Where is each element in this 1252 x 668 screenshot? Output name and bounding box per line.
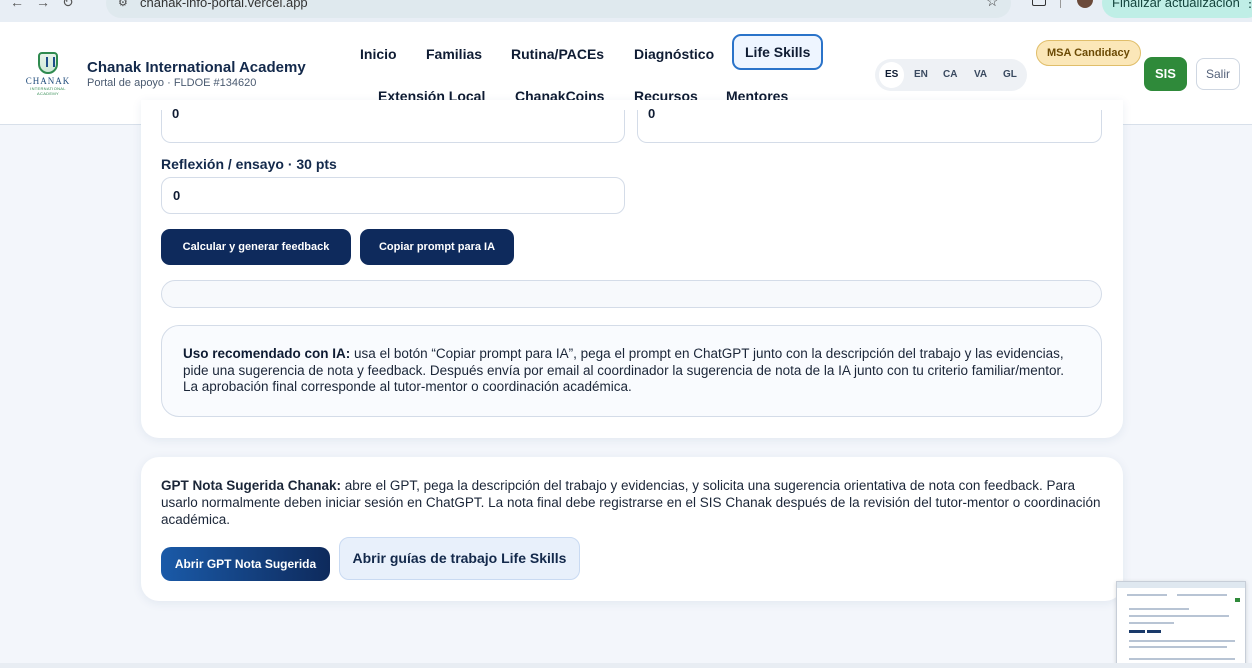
academy-logo[interactable]: CHANAK INTERNATIONAL ACADEMY: [20, 52, 76, 96]
nav-rutina-paces[interactable]: Rutina/PACEs: [511, 46, 604, 62]
lang-en[interactable]: EN: [914, 59, 928, 91]
sis-button[interactable]: SIS: [1144, 57, 1187, 91]
lang-gl[interactable]: GL: [1003, 59, 1017, 91]
thumbnail-line: [1129, 615, 1229, 617]
msa-candidacy-badge[interactable]: MSA Candidacy: [1036, 40, 1141, 66]
gpt-card-title: GPT Nota Sugerida Chanak:: [161, 478, 342, 493]
score-input-left[interactable]: 0: [161, 106, 625, 143]
brand-name: Chanak International Academy: [87, 59, 306, 76]
forward-icon[interactable]: →: [36, 0, 50, 10]
reload-icon[interactable]: ↻: [62, 0, 74, 11]
open-gpt-button[interactable]: Abrir GPT Nota Sugerida: [161, 547, 330, 581]
ai-usage-note: Uso recomendado con IA: usa el botón “Co…: [161, 325, 1102, 417]
brand-subtitle: Portal de apoyo · FLDOE #134620: [87, 77, 257, 89]
nav-familias[interactable]: Familias: [426, 46, 482, 62]
reflection-label: Reflexión / ensayo · 30 pts: [161, 156, 337, 172]
back-icon[interactable]: ←: [10, 0, 24, 10]
score-input-right[interactable]: 0: [637, 106, 1102, 143]
copy-prompt-button[interactable]: Copiar prompt para IA: [360, 229, 514, 265]
tab-search-icon[interactable]: [1032, 0, 1046, 6]
nav-inicio[interactable]: Inicio: [360, 46, 397, 62]
bookmark-star-icon[interactable]: ☆: [986, 0, 999, 10]
thumbnail-line: [1127, 594, 1167, 596]
language-switcher: ES EN CA VA GL: [875, 59, 1027, 91]
calculate-feedback-button[interactable]: Calcular y generar feedback: [161, 229, 351, 265]
lang-va[interactable]: VA: [974, 59, 987, 91]
address-bar[interactable]: ⚙ chanak-info-portal.vercel.app: [106, 0, 1011, 18]
update-browser-button[interactable]: Finalizar actualización ⋮: [1102, 0, 1252, 18]
reflection-input[interactable]: 0: [161, 177, 625, 214]
nav-diagnostico[interactable]: Diagnóstico: [634, 46, 714, 62]
thumbnail-button: [1147, 630, 1161, 633]
logout-button[interactable]: Salir: [1196, 58, 1240, 90]
lang-es[interactable]: ES: [879, 62, 905, 88]
score-input-right-value: 0: [648, 106, 656, 121]
logo-wordmark: CHANAK: [25, 76, 71, 86]
logo-tagline: INTERNATIONAL ACADEMY: [30, 86, 66, 96]
score-input-left-value: 0: [172, 106, 180, 121]
feedback-output: [161, 280, 1102, 308]
open-guides-button[interactable]: Abrir guías de trabajo Life Skills: [339, 537, 580, 580]
address-bar-url: chanak-info-portal.vercel.app: [140, 0, 308, 10]
thumbnail-line: [1129, 640, 1235, 642]
shield-icon: [38, 52, 58, 74]
thumbnail-button: [1129, 630, 1145, 633]
thumbnail-line: [1129, 608, 1189, 610]
screenshot-thumbnail[interactable]: [1116, 581, 1246, 668]
profile-avatar[interactable]: [1077, 0, 1093, 8]
site-info-icon[interactable]: ⚙: [118, 0, 128, 18]
browser-toolbar: ← → ↻ ⚙ chanak-info-portal.vercel.app ☆ …: [0, 0, 1252, 22]
ai-usage-title: Uso recomendado con IA:: [183, 346, 351, 361]
page-footer-edge: [0, 663, 1252, 668]
update-browser-label: Finalizar actualización: [1112, 0, 1240, 10]
thumbnail-badge: [1235, 598, 1240, 602]
toolbar-divider: [1060, 0, 1061, 8]
thumbnail-line: [1129, 658, 1235, 660]
thumbnail-line: [1129, 622, 1174, 624]
thumbnail-toolbar: [1117, 582, 1245, 588]
thumbnail-line: [1129, 646, 1227, 648]
lang-ca[interactable]: CA: [943, 59, 957, 91]
nav-life-skills[interactable]: Life Skills: [732, 34, 824, 70]
thumbnail-line: [1177, 594, 1227, 596]
